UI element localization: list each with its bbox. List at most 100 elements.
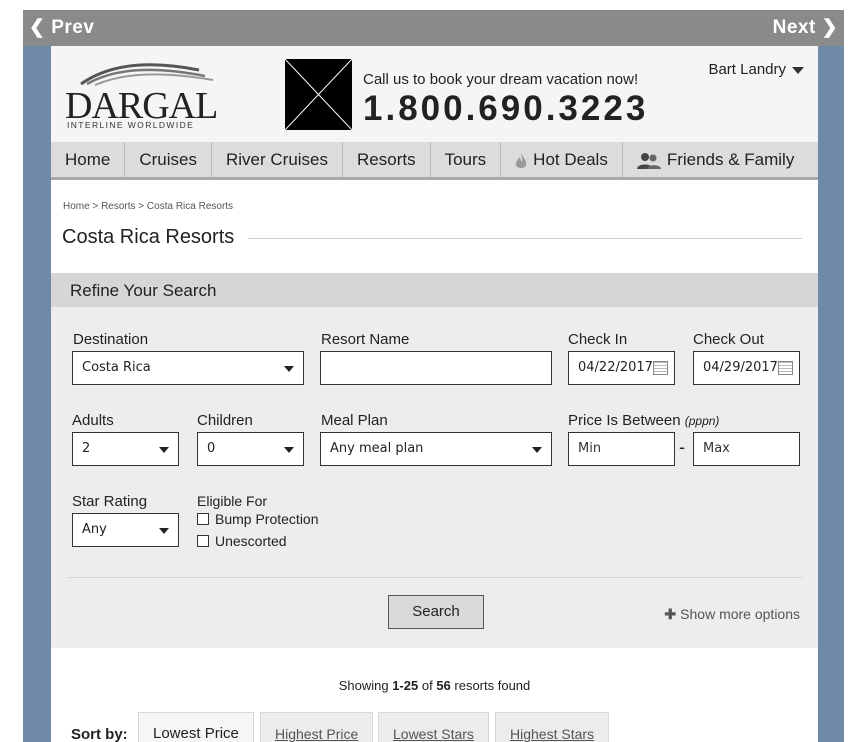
user-menu[interactable]: Bart Landry bbox=[708, 61, 804, 78]
show-more-label: Show more options bbox=[680, 606, 800, 622]
page-title: Costa Rica Resorts bbox=[62, 226, 235, 248]
refine-search-panel: Refine Your Search Destination Costa Ric… bbox=[51, 273, 818, 648]
price-max-input[interactable]: Max bbox=[693, 432, 800, 466]
refine-heading: Refine Your Search bbox=[51, 273, 818, 307]
check-in-field[interactable]: 04/22/2017 bbox=[568, 351, 675, 385]
results-prefix: Showing bbox=[338, 678, 393, 693]
sort-highest-price[interactable]: Highest Price bbox=[260, 712, 374, 742]
dropdown-arrow-icon bbox=[159, 528, 169, 534]
dropdown-arrow-icon bbox=[159, 447, 169, 453]
bump-protection-checkbox[interactable]: Bump Protection bbox=[197, 511, 319, 527]
chevron-down-icon bbox=[792, 66, 804, 74]
image-placeholder bbox=[284, 58, 353, 131]
children-label: Children bbox=[197, 412, 253, 429]
frame-right bbox=[818, 46, 844, 742]
check-out-value: 04/29/2017 bbox=[703, 360, 778, 375]
price-label-text: Price Is Between bbox=[568, 412, 681, 429]
prev-link[interactable]: ❮ Prev bbox=[29, 16, 94, 39]
results-of: of bbox=[418, 678, 437, 693]
resort-name-label: Resort Name bbox=[321, 331, 410, 348]
nav-label: Home bbox=[65, 150, 111, 169]
meal-plan-value: Any meal plan bbox=[330, 441, 424, 456]
meal-plan-label: Meal Plan bbox=[321, 412, 388, 429]
nav-item-cruises[interactable]: Cruises bbox=[125, 142, 212, 177]
adults-value: 2 bbox=[82, 441, 91, 456]
destination-select[interactable]: Costa Rica bbox=[72, 351, 304, 385]
title-divider bbox=[248, 238, 802, 239]
results-count: Showing 1-25 of 56 resorts found bbox=[51, 678, 818, 693]
nav-item-tours[interactable]: Tours bbox=[431, 142, 502, 177]
check-in-value: 04/22/2017 bbox=[578, 360, 653, 375]
checkbox-box[interactable] bbox=[197, 535, 209, 547]
check-in-label: Check In bbox=[568, 331, 628, 348]
checkbox-label: Unescorted bbox=[215, 533, 287, 549]
frame-left bbox=[23, 46, 51, 742]
nav-item-hot-deals[interactable]: Hot Deals bbox=[501, 142, 623, 177]
logo[interactable]: DARGAL INTERLINE WORLDWIDE bbox=[65, 58, 225, 133]
sort-highest-stars[interactable]: Highest Stars bbox=[495, 712, 610, 742]
user-name: Bart Landry bbox=[708, 61, 786, 78]
adults-label: Adults bbox=[72, 412, 114, 429]
header: DARGAL INTERLINE WORLDWIDE Call us to bo… bbox=[51, 46, 818, 142]
children-value: 0 bbox=[207, 441, 216, 456]
call-us-text: Call us to book your dream vacation now! bbox=[363, 71, 639, 88]
adults-select[interactable]: 2 bbox=[72, 432, 179, 466]
nav-label: River Cruises bbox=[225, 150, 329, 169]
nav-item-river-cruises[interactable]: River Cruises bbox=[212, 142, 344, 177]
plus-icon: ✚ bbox=[664, 606, 677, 622]
show-more-options-link[interactable]: ✚ Show more options bbox=[664, 606, 800, 623]
people-icon bbox=[636, 152, 661, 169]
results-suffix: resorts found bbox=[450, 678, 531, 693]
check-out-field[interactable]: 04/29/2017 bbox=[693, 351, 800, 385]
sort-lowest-price[interactable]: Lowest Price bbox=[138, 712, 254, 742]
checkbox-label: Bump Protection bbox=[215, 511, 319, 527]
next-link[interactable]: Next ❯ bbox=[773, 16, 838, 39]
check-out-label: Check Out bbox=[693, 331, 764, 348]
prev-label: Prev bbox=[51, 17, 95, 38]
nav-item-friends-family[interactable]: Friends & Family bbox=[623, 142, 818, 177]
site: DARGAL INTERLINE WORLDWIDE Call us to bo… bbox=[51, 46, 818, 742]
nav-label: Friends & Family bbox=[666, 150, 795, 169]
logo-tagline: INTERLINE WORLDWIDE bbox=[67, 120, 195, 130]
nav-label: Hot Deals bbox=[533, 150, 608, 169]
destination-label: Destination bbox=[73, 331, 149, 348]
next-label: Next bbox=[772, 17, 816, 38]
calendar-icon[interactable] bbox=[653, 361, 668, 375]
nav-item-resorts[interactable]: Resorts bbox=[343, 142, 431, 177]
meal-plan-select[interactable]: Any meal plan bbox=[320, 432, 552, 466]
nav-label: Tours bbox=[444, 150, 487, 169]
children-select[interactable]: 0 bbox=[197, 432, 304, 466]
price-min-placeholder: Min bbox=[578, 441, 602, 456]
phone-number[interactable]: 1.800.690.3223 bbox=[363, 89, 648, 129]
price-min-input[interactable]: Min bbox=[568, 432, 675, 466]
star-rating-select[interactable]: Any bbox=[72, 513, 179, 547]
dropdown-arrow-icon bbox=[532, 447, 542, 453]
unescorted-checkbox[interactable]: Unescorted bbox=[197, 533, 287, 549]
main-nav: Home Cruises River Cruises Resorts Tours… bbox=[51, 142, 818, 180]
flame-icon bbox=[516, 152, 527, 168]
breadcrumb[interactable]: Home > Resorts > Costa Rica Resorts bbox=[63, 201, 233, 212]
nav-item-home[interactable]: Home bbox=[51, 142, 126, 177]
calendar-icon[interactable] bbox=[778, 361, 793, 375]
sort-lowest-stars[interactable]: Lowest Stars bbox=[378, 712, 489, 742]
pager-bar: ❮ Prev Next ❯ bbox=[23, 10, 844, 46]
dropdown-arrow-icon bbox=[284, 447, 294, 453]
resort-name-input[interactable] bbox=[320, 351, 552, 385]
results-total: 56 bbox=[436, 678, 451, 693]
results-range: 1-25 bbox=[392, 678, 419, 693]
refine-divider bbox=[68, 577, 802, 578]
destination-value: Costa Rica bbox=[82, 360, 151, 375]
star-rating-label: Star Rating bbox=[72, 493, 148, 510]
dropdown-arrow-icon bbox=[284, 366, 294, 372]
price-label-suffix: (pppn) bbox=[684, 414, 720, 428]
eligible-label: Eligible For bbox=[197, 493, 268, 509]
nav-label: Cruises bbox=[139, 150, 197, 169]
nav-label: Resorts bbox=[357, 150, 416, 169]
sort-by-label: Sort by: bbox=[71, 726, 128, 742]
price-label: Price Is Between (pppn) bbox=[568, 412, 719, 429]
search-button[interactable]: Search bbox=[388, 595, 484, 629]
checkbox-box[interactable] bbox=[197, 513, 209, 525]
star-rating-value: Any bbox=[82, 522, 107, 537]
price-separator: - bbox=[679, 437, 685, 457]
price-max-placeholder: Max bbox=[703, 441, 730, 456]
